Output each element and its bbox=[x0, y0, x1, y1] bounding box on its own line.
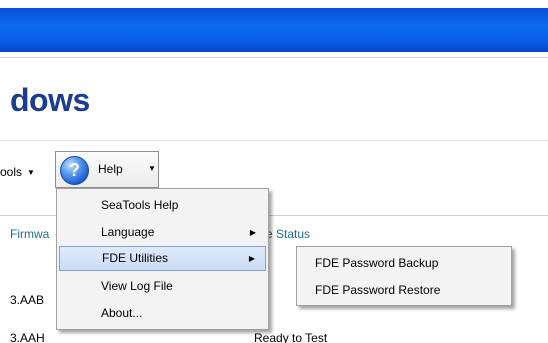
chevron-down-icon: ▼ bbox=[148, 164, 156, 173]
menu-item-about[interactable]: About... bbox=[59, 301, 266, 326]
menu-item-fde-password-backup[interactable]: FDE Password Backup bbox=[299, 251, 509, 276]
menu-item-fde-password-restore[interactable]: FDE Password Restore bbox=[299, 278, 509, 303]
menu-item-label: FDE Utilities bbox=[102, 251, 169, 265]
menu-item-label: Language bbox=[101, 225, 155, 239]
menu-item-label: SeaTools Help bbox=[101, 198, 179, 212]
table-cell-drive-status: Ready to Test bbox=[254, 331, 328, 343]
menu-item-fde-utilities[interactable]: FDE Utilities ▶ bbox=[59, 246, 266, 271]
window-title-bar[interactable] bbox=[0, 8, 548, 52]
header-divider bbox=[0, 57, 548, 58]
chevron-right-icon: ▶ bbox=[249, 228, 256, 237]
fde-utilities-submenu: FDE Password Backup FDE Password Restore bbox=[296, 246, 512, 306]
menu-item-label: About... bbox=[101, 306, 143, 320]
menu-item-label: FDE Password Restore bbox=[315, 283, 441, 297]
table-cell-firmware: 3.AAB bbox=[10, 293, 45, 307]
menu-item-language[interactable]: Language ▶ bbox=[59, 220, 266, 245]
toolbar-divider bbox=[0, 140, 548, 141]
app-title: dows bbox=[10, 82, 90, 118]
table-cell-firmware: 3.AAH bbox=[10, 331, 45, 343]
chevron-right-icon: ▶ bbox=[248, 254, 255, 263]
menu-item-label: FDE Password Backup bbox=[315, 256, 439, 270]
menu-item-view-log-file[interactable]: View Log File bbox=[59, 274, 266, 299]
tools-menu-button[interactable]: ools ▼ bbox=[0, 164, 35, 180]
help-dropdown-menu: SeaTools Help Language ▶ FDE Utilities ▶… bbox=[56, 188, 269, 330]
tools-menu-label: ools bbox=[0, 165, 23, 179]
menu-item-seatools-help[interactable]: SeaTools Help bbox=[59, 193, 266, 218]
chevron-down-icon: ▼ bbox=[27, 168, 35, 177]
help-icon: ? bbox=[60, 156, 89, 185]
help-menu-button[interactable]: ? Help ▼ bbox=[55, 151, 159, 188]
column-header-firmware[interactable]: Firmwa bbox=[10, 227, 49, 241]
menu-item-label: View Log File bbox=[101, 279, 173, 293]
help-menu-label: Help bbox=[98, 162, 123, 176]
